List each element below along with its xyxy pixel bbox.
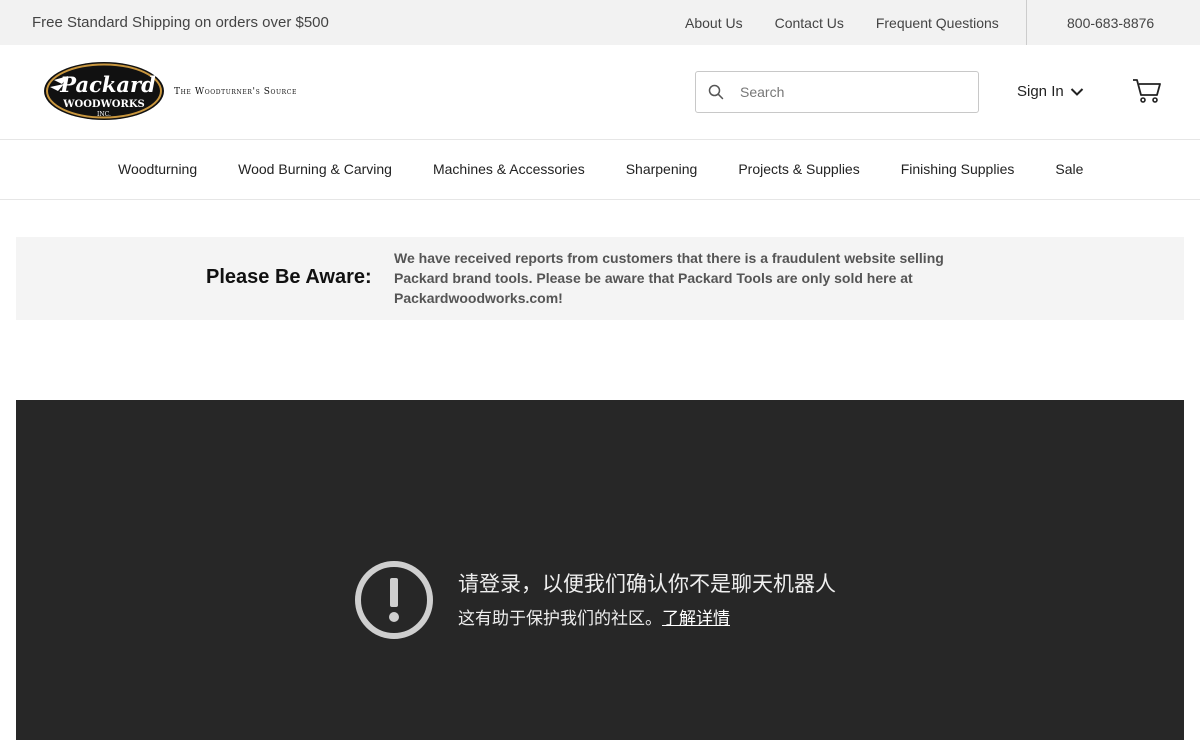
shipping-promo: Free Standard Shipping on orders over $5… [32, 14, 329, 31]
search-icon[interactable] [708, 84, 724, 100]
sign-in-menu[interactable]: Sign In [1017, 83, 1084, 100]
notice-message: We have received reports from customers … [394, 250, 944, 306]
logo-subtext: WOODWORKS [62, 99, 145, 110]
cart-icon[interactable] [1132, 78, 1162, 104]
login-subtext: 这有助于保护我们的社区。了解详情 [458, 604, 730, 629]
faq-link[interactable]: Frequent Questions [876, 15, 999, 31]
nav-item-woodturning[interactable]: Woodturning [118, 161, 197, 177]
login-subtext-body: 这有助于保护我们的社区。 [458, 609, 662, 629]
nav-item-wood-burning-carving[interactable]: Wood Burning & Carving [238, 161, 392, 177]
nav-item-sharpening[interactable]: Sharpening [626, 161, 698, 177]
utility-bar: Free Standard Shipping on orders over $5… [0, 0, 1200, 45]
search-input[interactable] [740, 82, 960, 102]
tagline: The Woodturner's Source [174, 87, 297, 97]
nav-item-machines-accessories[interactable]: Machines & Accessories [433, 161, 585, 177]
contact-us-link[interactable]: Contact Us [775, 15, 844, 31]
main-nav: Woodturning Wood Burning & Carving Machi… [0, 140, 1200, 200]
logo-wordmark: Packard [59, 72, 156, 97]
learn-more-link[interactable]: 了解详情 [662, 609, 730, 629]
about-us-link[interactable]: About Us [685, 15, 743, 31]
nav-item-projects-supplies[interactable]: Projects & Supplies [738, 161, 859, 177]
notice-title: Please Be Aware: [206, 266, 372, 288]
packard-logo[interactable]: Packard WOODWORKS INC. [42, 60, 166, 122]
nav-item-sale[interactable]: Sale [1055, 161, 1083, 177]
nav-item-finishing-supplies[interactable]: Finishing Supplies [901, 161, 1015, 177]
sign-in-label: Sign In [1017, 83, 1064, 100]
utility-divider [1026, 0, 1027, 45]
login-heading: 请登录，以便我们确认你不是聊天机器人 [458, 572, 836, 596]
utility-links: About Us Contact Us Frequent Questions [685, 15, 1031, 31]
search-box [695, 71, 979, 113]
alert-icon [355, 561, 433, 639]
chevron-down-icon [1070, 87, 1083, 96]
fraud-notice: Please Be Aware: We have received report… [16, 237, 1184, 320]
logo-inc: INC. [97, 111, 111, 118]
login-embed: 请登录，以便我们确认你不是聊天机器人 这有助于保护我们的社区。了解详情 [16, 400, 1184, 740]
site-header: Packard WOODWORKS INC. The Woodturner's … [0, 45, 1200, 140]
phone-link[interactable]: 800-683-8876 [1067, 15, 1154, 31]
